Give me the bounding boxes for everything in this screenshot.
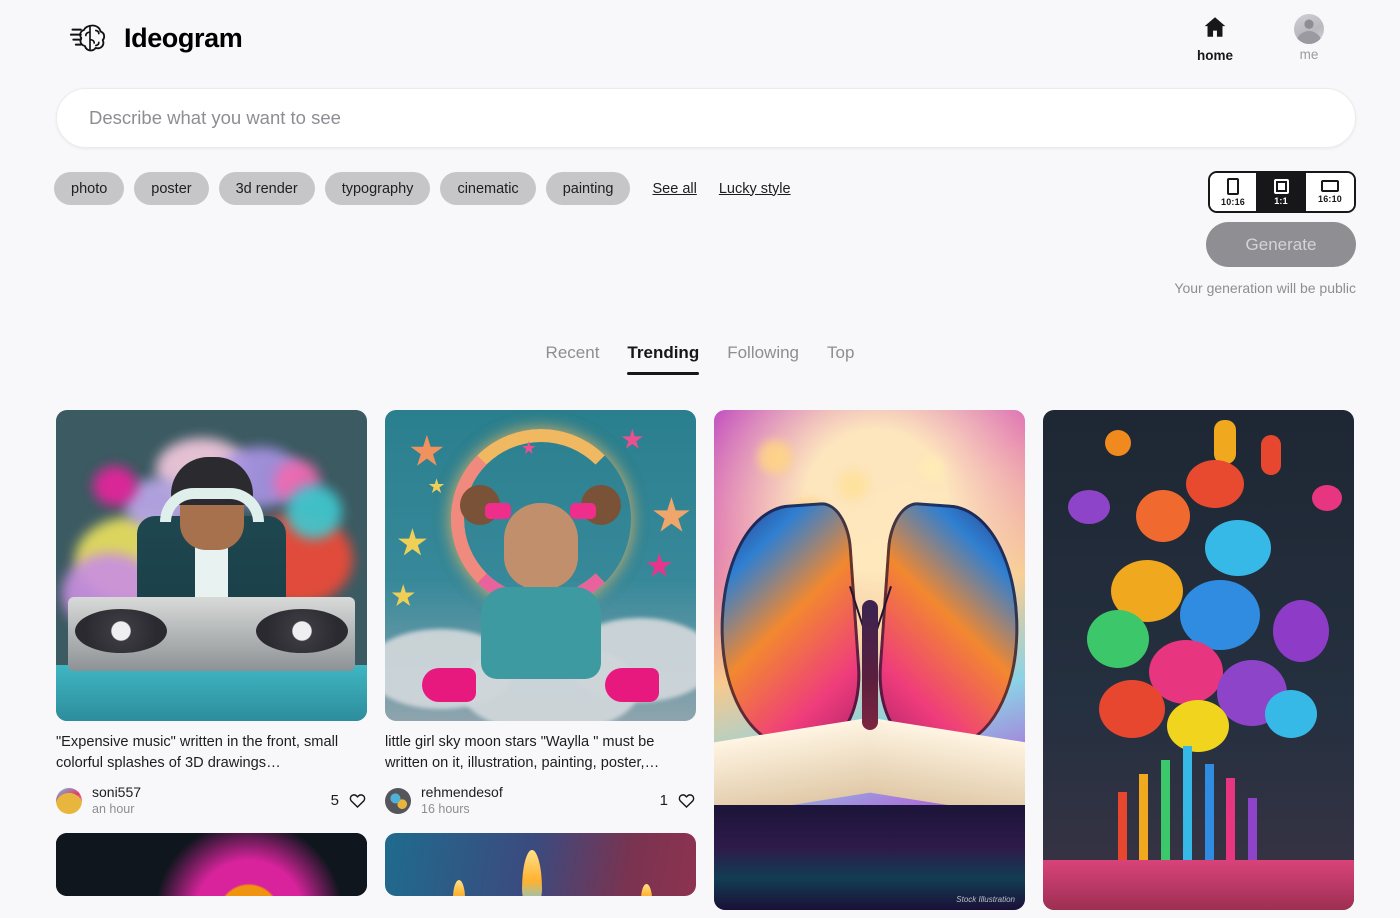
feed-card-caption: little girl sky moon stars "Waylla " mus… xyxy=(385,734,660,772)
aspect-ratio-group: 10:16 1:1 16:10 xyxy=(1208,171,1356,213)
feed-card-image[interactable] xyxy=(56,833,367,897)
style-chip-photo[interactable]: photo xyxy=(54,172,125,205)
feed-tabs: Recent Trending Following Top xyxy=(0,343,1400,375)
heart-icon xyxy=(349,794,366,809)
artwork-dj-music xyxy=(56,410,367,721)
author-avatar[interactable] xyxy=(56,787,82,814)
style-chip-typography[interactable]: typography xyxy=(324,172,431,205)
feed-card-image[interactable] xyxy=(385,410,696,721)
like-control[interactable]: 5 xyxy=(331,791,367,810)
aspect-ratio-16-10-label: 16:10 xyxy=(1317,194,1343,204)
tab-following[interactable]: Following xyxy=(727,343,799,375)
feed-column-4 xyxy=(1043,410,1354,918)
image-feed-grid: "Expensive music" written in the front, … xyxy=(56,410,1360,918)
image-watermark: Stock Illustration xyxy=(956,895,1015,904)
style-chips-row: photo poster 3d render typography cinema… xyxy=(54,172,791,205)
nav-item-home[interactable]: home xyxy=(1188,14,1242,63)
generate-button[interactable]: Generate xyxy=(1206,222,1356,267)
feed-card-dj[interactable]: "Expensive music" written in the front, … xyxy=(56,410,367,817)
brand-name: Ideogram xyxy=(124,22,243,53)
nav-item-home-label: home xyxy=(1196,47,1233,63)
feed-column-1: "Expensive music" written in the front, … xyxy=(56,410,367,918)
lucky-style-link[interactable]: Lucky style xyxy=(719,181,791,197)
feed-card-caption: "Expensive music" written in the front, … xyxy=(56,734,339,772)
author-avatar[interactable] xyxy=(385,787,411,814)
avatar-icon xyxy=(1294,13,1324,44)
aspect-ratio-1-1-label: 1:1 xyxy=(1274,195,1288,206)
feed-card-dark-swirl[interactable] xyxy=(56,833,367,897)
feed-card-image[interactable] xyxy=(385,833,696,897)
aspect-ratio-10-16[interactable]: 10:16 xyxy=(1210,173,1258,211)
artwork-dark-swirl xyxy=(56,833,367,897)
artwork-flames xyxy=(385,833,696,897)
aspect-ratio-1-1[interactable]: 1:1 xyxy=(1258,173,1306,211)
landscape-frame-icon xyxy=(1321,180,1339,192)
portrait-frame-icon xyxy=(1227,177,1239,195)
tab-top[interactable]: Top xyxy=(827,343,854,375)
author-name[interactable]: soni557 xyxy=(92,784,141,802)
brain-logo-icon xyxy=(70,18,110,58)
like-count: 5 xyxy=(330,792,339,810)
feed-card-butterfly[interactable]: Stock Illustration xyxy=(714,410,1025,910)
feed-card-meta: soni557 an hour 5 xyxy=(56,784,367,817)
like-control[interactable]: 1 xyxy=(660,791,696,810)
top-nav: home me xyxy=(1188,13,1356,63)
see-all-link[interactable]: See all xyxy=(652,181,696,197)
tab-trending[interactable]: Trending xyxy=(627,343,699,375)
artwork-butterfly-book: Stock Illustration xyxy=(714,410,1025,910)
heart-icon xyxy=(678,794,695,809)
feed-card-paint-explosion[interactable] xyxy=(1043,410,1354,910)
like-count: 1 xyxy=(659,792,668,810)
aspect-ratio-10-16-label: 10:16 xyxy=(1220,196,1246,207)
square-frame-icon xyxy=(1273,178,1289,194)
brand-logo[interactable]: Ideogram xyxy=(70,18,243,58)
aspect-ratio-16-10[interactable]: 16:10 xyxy=(1306,173,1354,211)
feed-card-image[interactable]: Stock Illustration xyxy=(714,410,1025,910)
feed-column-2: little girl sky moon stars "Waylla " mus… xyxy=(385,410,696,918)
tab-recent[interactable]: Recent xyxy=(546,343,600,375)
feed-card-flames[interactable] xyxy=(385,833,696,897)
generation-visibility-note: Your generation will be public xyxy=(1174,280,1356,296)
artwork-paint-explosion xyxy=(1043,410,1354,910)
nav-item-me[interactable]: me xyxy=(1282,13,1336,62)
post-time: an hour xyxy=(92,801,135,816)
home-icon xyxy=(1202,14,1228,45)
style-chip-3d-render[interactable]: 3d render xyxy=(218,172,315,205)
feed-card-moon-girl[interactable]: little girl sky moon stars "Waylla " mus… xyxy=(385,410,696,817)
style-chip-cinematic[interactable]: cinematic xyxy=(440,172,536,205)
feed-column-3: Stock Illustration xyxy=(714,410,1025,918)
feed-card-meta: rehmendesof 16 hours 1 xyxy=(385,784,696,817)
prompt-search-bar[interactable] xyxy=(56,88,1356,148)
style-chip-poster[interactable]: poster xyxy=(134,172,209,205)
app-header: Ideogram home me xyxy=(0,0,1400,76)
nav-item-me-label: me xyxy=(1299,46,1319,62)
post-time: 16 hours xyxy=(421,801,470,816)
feed-card-image[interactable] xyxy=(1043,410,1354,910)
artwork-moon-girl xyxy=(385,410,696,721)
style-chip-painting[interactable]: painting xyxy=(545,172,631,205)
feed-card-image[interactable] xyxy=(56,410,367,721)
search-input[interactable] xyxy=(89,107,1323,129)
author-name[interactable]: rehmendesof xyxy=(421,784,503,802)
